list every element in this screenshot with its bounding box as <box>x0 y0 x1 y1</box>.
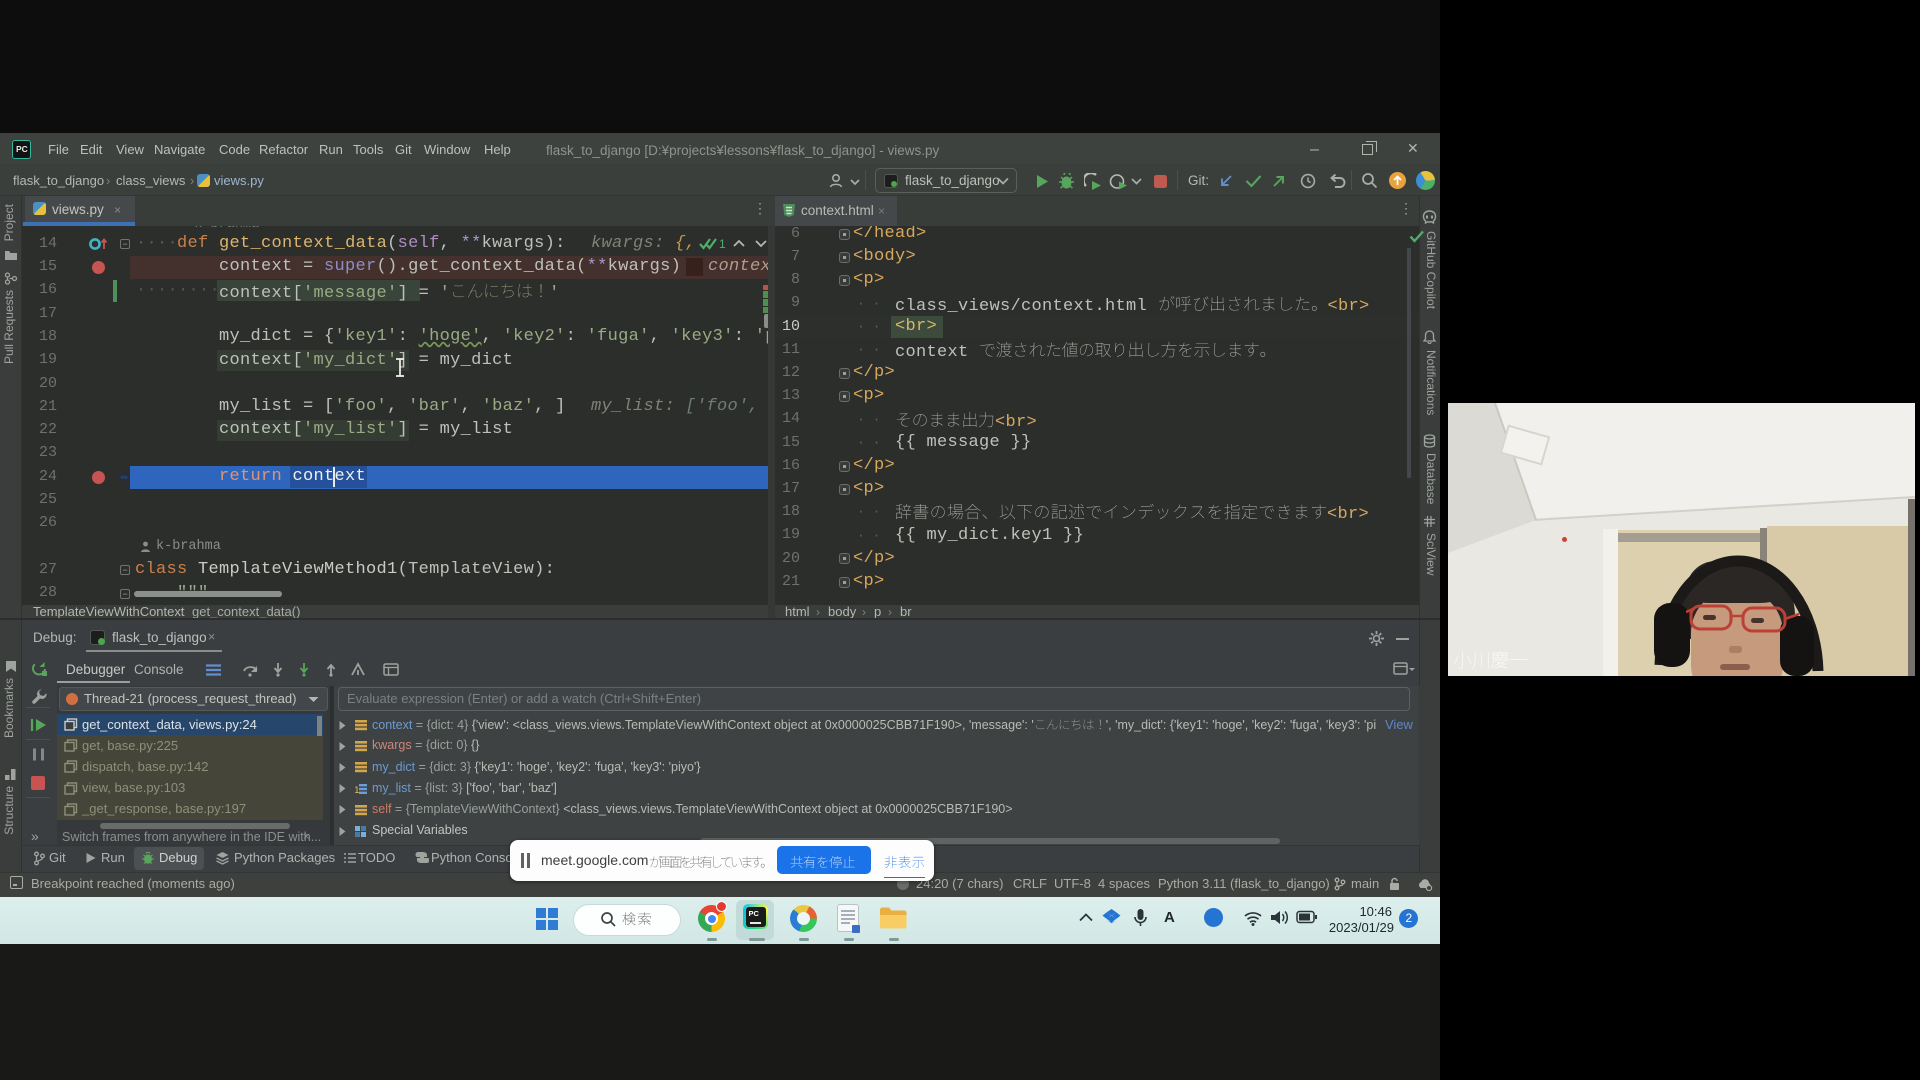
svg-text:1: 1 <box>354 786 359 795</box>
svg-text:1: 1 <box>719 237 726 251</box>
